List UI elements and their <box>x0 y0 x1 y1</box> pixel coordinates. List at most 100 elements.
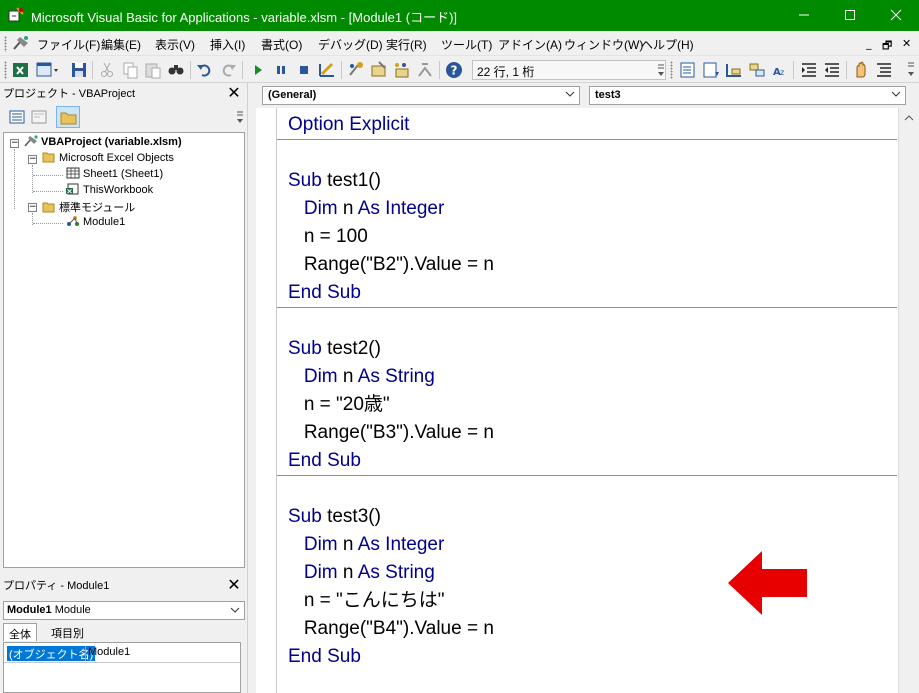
menu-view[interactable]: 表示(V) <box>155 36 195 53</box>
mdi-minimize-button[interactable]: _ <box>866 37 872 50</box>
insert-userform-icon[interactable] <box>35 60 59 80</box>
code-line-sub3-dim2[interactable]: Dim n As String <box>288 559 435 587</box>
comment-block-icon[interactable] <box>874 60 894 80</box>
root-collapse-toggle[interactable]: − <box>10 139 19 148</box>
indent-icon[interactable] <box>799 60 819 80</box>
chevron-down-icon <box>565 91 575 97</box>
outdent-icon[interactable] <box>822 60 842 80</box>
menubar-grip[interactable] <box>4 36 7 52</box>
tab-alphabetic[interactable]: 全体 <box>3 623 37 641</box>
project-explorer-icon[interactable] <box>346 60 366 80</box>
project-panel-toolbar <box>3 106 248 130</box>
list-properties-icon[interactable] <box>678 60 698 80</box>
view-object-icon[interactable] <box>30 108 48 129</box>
close-button[interactable] <box>873 0 919 31</box>
toolbar-overflow-icon[interactable] <box>657 63 665 80</box>
run-icon[interactable] <box>248 60 268 80</box>
copy-icon[interactable] <box>120 60 140 80</box>
code-line-sub3-assign[interactable]: n = "こんにちは" <box>288 587 445 615</box>
code-line-sub1-end[interactable]: End Sub <box>288 279 361 307</box>
edit-toolbar-grip[interactable] <box>670 61 673 79</box>
maximize-button[interactable] <box>827 0 873 31</box>
workbook-icon <box>66 183 79 195</box>
procedure-combo[interactable]: test3 <box>589 86 906 105</box>
code-vertical-scrollbar[interactable] <box>898 108 919 693</box>
properties-object-select[interactable]: Module1 Module <box>3 601 245 620</box>
find-icon[interactable] <box>166 60 186 80</box>
menu-tools[interactable]: ツール(T) <box>441 36 492 53</box>
object-combo[interactable]: (General) <box>262 86 580 105</box>
tree-item-vbaproject[interactable]: VBAProject (variable.xlsm) <box>24 135 182 151</box>
code-line-sub1-header[interactable]: Sub test1() <box>288 167 381 195</box>
toggle-breakpoint-icon[interactable] <box>851 60 871 80</box>
menu-help[interactable]: ヘルプ(H) <box>641 36 694 53</box>
menu-debug[interactable]: デバッグ(D) <box>318 36 383 53</box>
complete-word-icon[interactable]: Az <box>770 60 790 80</box>
mdi-restore-button[interactable]: 🗗 <box>882 37 892 56</box>
grid-divider <box>85 646 86 661</box>
code-line-sub3-dim1[interactable]: Dim n As Integer <box>288 531 444 559</box>
menu-insert[interactable]: 挿入(I) <box>210 36 245 53</box>
code-margin-indicator-bar[interactable] <box>256 108 277 693</box>
list-constants-icon[interactable] <box>701 60 721 80</box>
code-line-sub1-range[interactable]: Range("B2").Value = n <box>288 251 494 279</box>
menu-window[interactable]: ウィンドウ(W) <box>564 36 643 53</box>
code-line-sub3-header[interactable]: Sub test3() <box>288 503 381 531</box>
code-line-sub1-dim[interactable]: Dim n As Integer <box>288 195 444 223</box>
menu-file[interactable]: ファイル(F) <box>37 36 100 53</box>
code-line-sub1-assign[interactable]: n = 100 <box>288 223 368 251</box>
mdi-close-button[interactable]: ✕ <box>902 37 911 50</box>
menu-addins[interactable]: アドイン(A) <box>498 36 562 53</box>
redo-icon[interactable] <box>218 60 238 80</box>
tree-item-excel-objects[interactable]: Microsoft Excel Objects <box>42 151 174 167</box>
save-icon[interactable] <box>69 60 89 80</box>
code-line-sub3-end[interactable]: End Sub <box>288 643 361 671</box>
tree-item-standard-modules[interactable]: 標準モジュール <box>42 199 135 215</box>
excel-view-icon[interactable] <box>11 60 31 80</box>
folder2-collapse-toggle[interactable]: − <box>28 203 37 212</box>
paste-icon[interactable] <box>143 60 163 80</box>
reset-icon[interactable] <box>294 60 314 80</box>
property-value-cell[interactable]: Module1 <box>88 646 130 661</box>
menu-run[interactable]: 実行(R) <box>386 36 427 53</box>
toolbar-grip[interactable] <box>4 61 7 79</box>
object-browser-icon[interactable] <box>392 60 412 80</box>
code-line-sub3-range[interactable]: Range("B4").Value = n <box>288 615 494 643</box>
tree-item-module1[interactable]: Module1 <box>66 215 125 231</box>
properties-panel-close-icon[interactable]: ✕ <box>225 576 243 594</box>
tree-item-thisworkbook[interactable]: ThisWorkbook <box>66 183 153 199</box>
code-line-sub2-assign[interactable]: n = "20歳" <box>288 391 390 419</box>
tab-categorized[interactable]: 項目別 <box>46 623 89 641</box>
tree-label-vbaproject: VBAProject (variable.xlsm) <box>41 136 182 148</box>
code-line-option-explicit[interactable]: Option Explicit <box>288 111 409 139</box>
menu-format[interactable]: 書式(O) <box>261 36 302 53</box>
tree-item-sheet1[interactable]: Sheet1 (Sheet1) <box>66 167 163 183</box>
menu-edit[interactable]: 編集(E) <box>101 36 141 53</box>
code-line-sub2-range[interactable]: Range("B3").Value = n <box>288 419 494 447</box>
vba-app-icon[interactable] <box>8 7 24 23</box>
folder1-collapse-toggle[interactable]: − <box>28 155 37 164</box>
properties-window-icon[interactable] <box>369 60 389 80</box>
vba-menu-icon[interactable] <box>12 35 30 54</box>
cut-icon[interactable] <box>97 60 117 80</box>
undo-icon[interactable] <box>195 60 215 80</box>
design-mode-icon[interactable] <box>317 60 337 80</box>
scroll-up-icon[interactable] <box>904 114 914 121</box>
code-line-sub2-end[interactable]: End Sub <box>288 447 361 475</box>
help-icon[interactable]: ? <box>444 60 464 80</box>
toolbox-icon[interactable] <box>415 60 435 80</box>
quick-info-icon[interactable] <box>724 60 744 80</box>
view-code-icon[interactable] <box>8 108 26 129</box>
project-panel-close-icon[interactable]: ✕ <box>225 84 243 102</box>
minimize-button[interactable] <box>781 0 827 31</box>
toggle-folders-button[interactable] <box>56 106 80 128</box>
code-line-sub2-header[interactable]: Sub test2() <box>288 335 381 363</box>
toolbar-separator <box>92 61 93 79</box>
code-line-sub2-dim[interactable]: Dim n As String <box>288 363 435 391</box>
panel-splitter[interactable] <box>247 83 253 693</box>
break-icon[interactable] <box>271 60 291 80</box>
parameter-info-icon[interactable] <box>747 60 767 80</box>
property-name-cell[interactable]: (オブジェクト名) <box>7 646 96 661</box>
toolbar-overflow-icon[interactable] <box>907 61 915 82</box>
panel-scroll-icon[interactable] <box>236 110 244 129</box>
